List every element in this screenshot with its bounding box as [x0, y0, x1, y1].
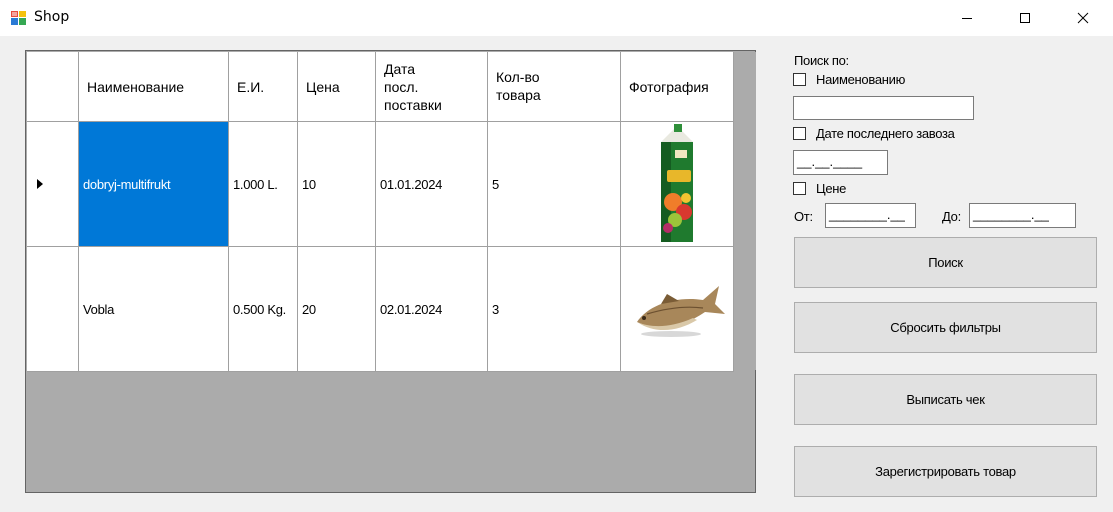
reset-filters-button[interactable]: Сбросить фильтры	[794, 302, 1097, 353]
register-product-button[interactable]: Зарегистрировать товар	[794, 446, 1097, 497]
juice-carton-image	[661, 124, 693, 242]
products-grid[interactable]: Наименование Е.И. Цена Дата посл. постав…	[25, 50, 756, 493]
price-from-mask: ________.__	[829, 207, 905, 222]
search-by-price-label[interactable]: Цене	[816, 181, 846, 196]
price-from-label: От:	[794, 209, 813, 224]
column-header-name[interactable]: Наименование	[79, 52, 229, 122]
date-search-input[interactable]: __.__.____	[793, 150, 888, 175]
column-header-photo[interactable]: Фотография	[621, 52, 734, 122]
cell-photo[interactable]	[621, 247, 734, 372]
price-from-input[interactable]: ________.__	[825, 203, 916, 228]
cell-name[interactable]: dobryj-multifrukt	[79, 122, 229, 247]
print-receipt-button[interactable]: Выписать чек	[794, 374, 1097, 425]
close-button[interactable]	[1060, 0, 1106, 36]
cell-price[interactable]: 10	[298, 122, 376, 247]
current-row-arrow-icon	[37, 179, 43, 189]
close-icon	[1077, 12, 1089, 24]
cell-quantity[interactable]: 3	[488, 247, 621, 372]
column-header-price[interactable]: Цена	[298, 52, 376, 122]
price-to-mask: ________.__	[973, 207, 1049, 222]
row-header-2[interactable]	[27, 247, 79, 372]
column-header-unit[interactable]: Е.И.	[229, 52, 298, 122]
title-bar: Shop	[0, 0, 1113, 36]
cell-date[interactable]: 02.01.2024	[376, 247, 488, 372]
column-header-quantity[interactable]: Кол-во товара	[488, 52, 621, 122]
row-header-1[interactable]	[27, 122, 79, 247]
price-to-label: До:	[942, 209, 961, 224]
search-by-date-checkbox[interactable]	[793, 127, 806, 140]
minimize-button[interactable]	[944, 0, 990, 36]
maximize-icon	[1020, 13, 1030, 23]
grid-scroll-area	[734, 52, 756, 370]
search-by-name-checkbox[interactable]	[793, 73, 806, 86]
cell-unit[interactable]: 0.500 Kg.	[229, 247, 298, 372]
search-heading: Поиск по:	[794, 53, 849, 68]
column-header-date[interactable]: Дата посл. поставки	[376, 52, 488, 122]
price-to-input[interactable]: ________.__	[969, 203, 1076, 228]
cell-date[interactable]: 01.01.2024	[376, 122, 488, 247]
app-icon	[11, 11, 26, 25]
cell-price[interactable]: 20	[298, 247, 376, 372]
date-mask: __.__.____	[797, 154, 863, 169]
minimize-icon	[962, 18, 972, 19]
name-search-input[interactable]	[793, 96, 974, 120]
cell-quantity[interactable]: 5	[488, 122, 621, 247]
dried-fish-image	[637, 286, 725, 337]
search-by-date-label[interactable]: Дате последнего завоза	[816, 126, 955, 141]
maximize-button[interactable]	[1002, 0, 1048, 36]
search-by-price-checkbox[interactable]	[793, 182, 806, 195]
search-button[interactable]: Поиск	[794, 237, 1097, 288]
cell-unit[interactable]: 1.000 L.	[229, 122, 298, 247]
search-by-name-label[interactable]: Наименованию	[816, 72, 905, 87]
cell-name[interactable]: Vobla	[79, 247, 229, 372]
grid-corner-header[interactable]	[27, 52, 79, 122]
window-title: Shop	[34, 9, 70, 25]
cell-photo[interactable]	[621, 122, 734, 247]
